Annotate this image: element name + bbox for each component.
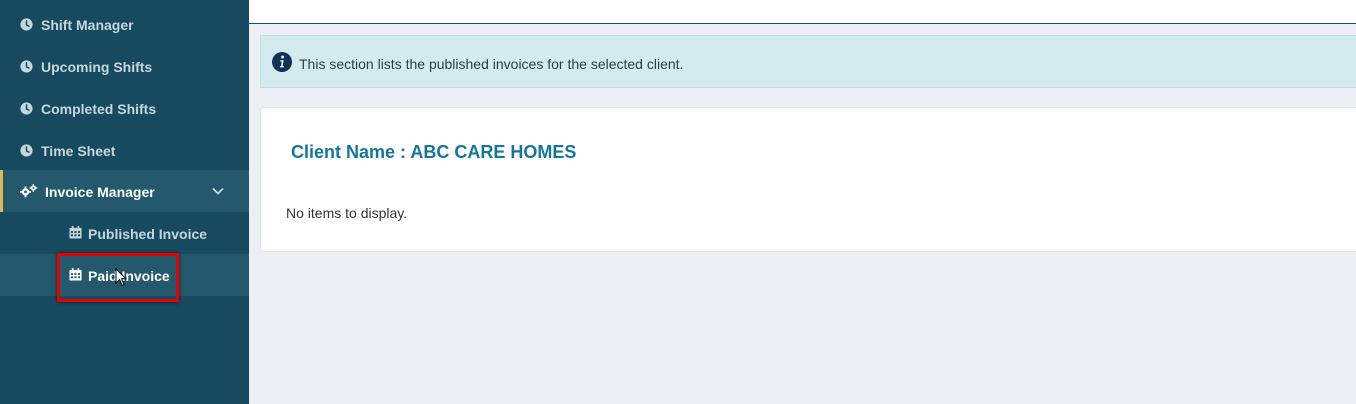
info-alert: This section lists the published invoice… — [260, 35, 1356, 88]
mouse-cursor-icon — [115, 268, 127, 287]
sidebar-item-completed-shifts[interactable]: Completed Shifts — [0, 87, 249, 129]
clock-icon — [20, 144, 33, 157]
info-icon — [272, 52, 292, 72]
chevron-down-icon[interactable] — [211, 184, 225, 198]
client-name-heading: Client Name : ABC CARE HOMES — [291, 142, 577, 162]
clock-icon — [20, 18, 33, 31]
invoice-card: Client Name : ABC CARE HOMES No items to… — [260, 107, 1356, 252]
alert-message: This section lists the published invoice… — [299, 56, 684, 72]
gears-icon — [20, 184, 38, 198]
sidebar-item-label: Shift Manager — [41, 17, 134, 33]
sidebar-subitem-published-invoice[interactable]: Published Invoice — [0, 212, 249, 254]
top-bar — [249, 0, 1356, 24]
sidebar-item-shift-manager[interactable]: Shift Manager — [0, 3, 249, 45]
sidebar-item-label: Time Sheet — [41, 143, 116, 159]
clock-icon — [20, 102, 33, 115]
clock-icon — [20, 60, 33, 73]
sidebar: Shift Manager Upcoming Shifts Completed … — [0, 0, 249, 404]
sidebar-item-time-sheet[interactable]: Time Sheet — [0, 129, 249, 171]
sidebar-item-label: Completed Shifts — [41, 101, 157, 117]
sidebar-item-invoice-manager[interactable]: Invoice Manager — [0, 170, 249, 212]
sidebar-item-label: Upcoming Shifts — [41, 59, 153, 75]
empty-state-message: No items to display. — [286, 205, 408, 221]
sidebar-item-label: Invoice Manager — [45, 184, 155, 200]
sidebar-subitem-label: Published Invoice — [88, 226, 208, 242]
sidebar-item-upcoming-shifts[interactable]: Upcoming Shifts — [0, 45, 249, 87]
calendar-icon — [69, 226, 82, 239]
